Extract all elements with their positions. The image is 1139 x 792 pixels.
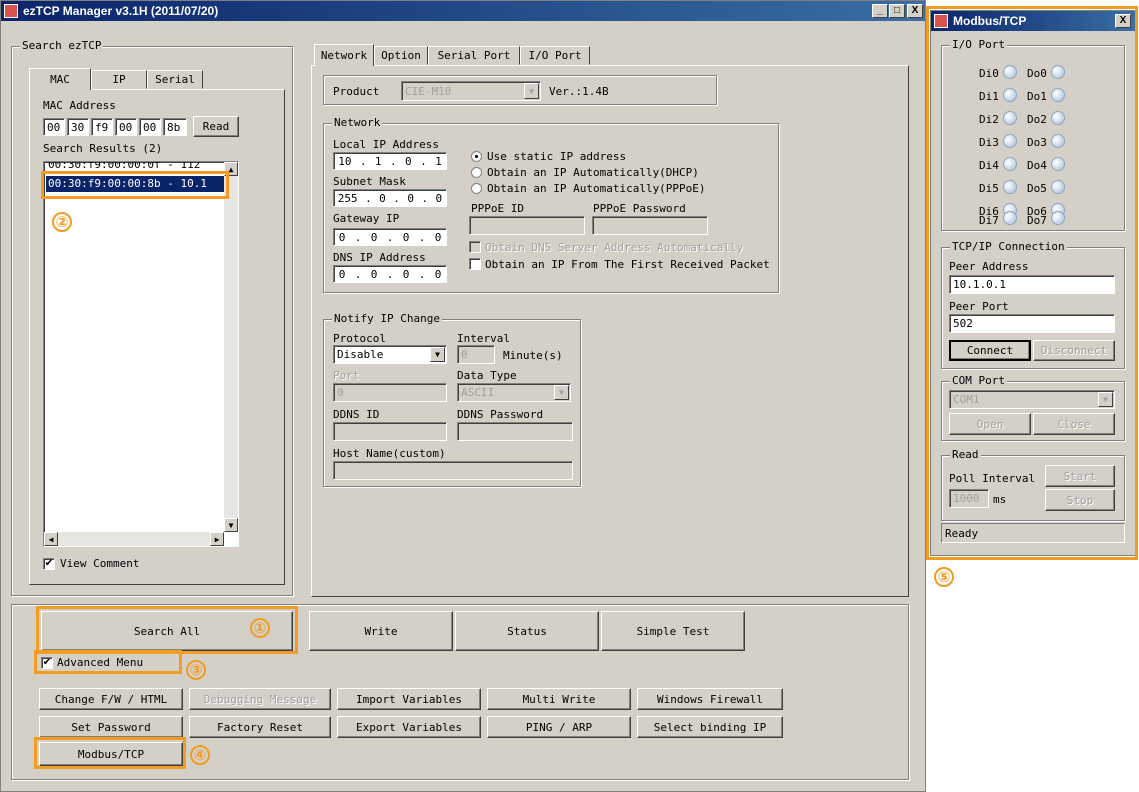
pppoe-label: Obtain an IP Automatically(PPPoE): [487, 182, 706, 195]
subnet-field[interactable]: 255. 0. 0. 0: [333, 189, 447, 207]
local-ip-label: Local IP Address: [333, 138, 439, 151]
callout-2: ②: [52, 212, 72, 232]
import-variables-button[interactable]: Import Variables: [337, 688, 481, 710]
dns-auto-checkbox[interactable]: [469, 241, 481, 253]
mac-octet-3[interactable]: f9: [91, 118, 113, 136]
tab-mac[interactable]: MAC: [29, 68, 91, 90]
callout-1: ①: [250, 618, 270, 638]
callout-3: ③: [186, 660, 206, 680]
select-binding-ip-button[interactable]: Select binding IP: [637, 716, 783, 738]
pppoe-id-label: PPPoE ID: [471, 202, 524, 215]
export-variables-button[interactable]: Export Variables: [337, 716, 481, 738]
port-label: Port: [333, 369, 360, 382]
chevron-down-icon[interactable]: ▼: [430, 347, 445, 362]
interval-unit: Minute(s): [503, 349, 563, 362]
mac-address-label: MAC Address: [43, 99, 116, 112]
first-packet-checkbox[interactable]: [469, 258, 481, 270]
main-titlebar: ezTCP Manager v3.1H (2011/07/20) _ □ X: [1, 1, 925, 21]
product-select[interactable]: CIE-M10 ▼: [401, 81, 541, 101]
tab-network[interactable]: Network: [314, 44, 374, 66]
ping-arp-button[interactable]: PING / ARP: [487, 716, 631, 738]
multi-write-button[interactable]: Multi Write: [487, 688, 631, 710]
scroll-right-icon[interactable]: ▶: [210, 532, 224, 546]
maximize-button[interactable]: □: [889, 4, 905, 18]
scroll-down-icon[interactable]: ▼: [224, 518, 238, 532]
dns-field[interactable]: 0.0.0.0: [333, 265, 447, 283]
callout-4: ④: [190, 745, 210, 765]
view-comment-checkbox[interactable]: ✔: [43, 558, 55, 570]
port-input[interactable]: 0: [333, 383, 447, 402]
scroll-left-icon[interactable]: ◀: [44, 532, 58, 546]
dhcp-label: Obtain an IP Automatically(DHCP): [487, 166, 699, 179]
ddns-password-input[interactable]: [457, 422, 573, 441]
horizontal-scrollbar[interactable]: ◀ ▶: [44, 532, 224, 546]
protocol-label: Protocol: [333, 332, 386, 345]
search-group-label: Search ezTCP: [20, 39, 104, 52]
chevron-down-icon[interactable]: ▼: [524, 83, 539, 99]
host-name-input[interactable]: [333, 461, 573, 480]
static-ip-radio[interactable]: [471, 151, 482, 162]
list-item[interactable]: 00:30:f9:00:00:0f - 112: [48, 162, 200, 170]
minimize-button[interactable]: _: [872, 4, 888, 18]
subnet-label: Subnet Mask: [333, 175, 406, 188]
ddns-password-label: DDNS Password: [457, 408, 544, 421]
pppoe-password-input[interactable]: [592, 216, 708, 235]
write-button[interactable]: Write: [309, 611, 453, 651]
network-group-label: Network: [332, 116, 383, 129]
tab-serial-port[interactable]: Serial Port: [428, 46, 520, 65]
callout-5: ⑤: [934, 567, 954, 587]
mac-octet-2[interactable]: 30: [67, 118, 89, 136]
ddns-id-input[interactable]: [333, 422, 447, 441]
first-packet-label: Obtain an IP From The First Received Pac…: [485, 258, 770, 271]
windows-firewall-button[interactable]: Windows Firewall: [637, 688, 783, 710]
read-button[interactable]: Read: [193, 116, 239, 137]
static-ip-label: Use static IP address: [487, 150, 627, 163]
mac-octet-6[interactable]: 8b: [163, 118, 187, 136]
interval-label: Interval: [457, 332, 510, 345]
gateway-label: Gateway IP: [333, 212, 400, 225]
data-type-select[interactable]: ASCII ▼: [457, 383, 571, 402]
close-button[interactable]: X: [907, 4, 923, 18]
app-icon: [4, 4, 18, 18]
mac-octet-5[interactable]: 00: [139, 118, 161, 136]
pppoe-password-label: PPPoE Password: [593, 202, 686, 215]
status-button[interactable]: Status: [455, 611, 599, 651]
interval-input[interactable]: 0: [457, 345, 495, 364]
simple-test-button[interactable]: Simple Test: [601, 611, 745, 651]
product-label: Product: [333, 85, 380, 98]
data-type-label: Data Type: [457, 369, 517, 382]
set-password-button[interactable]: Set Password: [39, 716, 183, 738]
factory-reset-button[interactable]: Factory Reset: [189, 716, 331, 738]
notify-group-label: Notify IP Change: [332, 312, 442, 325]
mac-octet-4[interactable]: 00: [115, 118, 137, 136]
gateway-field[interactable]: 0.0.0.0: [333, 228, 447, 246]
pppoe-id-input[interactable]: [469, 216, 585, 235]
host-name-label: Host Name(custom): [333, 447, 446, 460]
dhcp-radio[interactable]: [471, 167, 482, 178]
search-results-list[interactable]: 00:30:f9:00:00:0f - 112 00:30:f9:00:00:8…: [43, 161, 239, 547]
ddns-id-label: DDNS ID: [333, 408, 380, 421]
view-comment-label: View Comment: [60, 557, 140, 570]
tab-ip[interactable]: IP: [91, 70, 147, 89]
dns-label: DNS IP Address: [333, 251, 426, 264]
highlight-advanced-menu: [34, 650, 182, 674]
chevron-down-icon[interactable]: ▼: [554, 385, 569, 400]
local-ip-field[interactable]: 10. 1. 0. 1: [333, 152, 447, 170]
mac-octet-1[interactable]: 00: [43, 118, 65, 136]
tab-serial[interactable]: Serial: [147, 70, 203, 89]
vertical-scrollbar[interactable]: ▲ ▼: [224, 162, 238, 532]
tab-option[interactable]: Option: [374, 46, 428, 65]
search-results-label: Search Results (2): [43, 142, 163, 155]
dns-auto-label: Obtain DNS Server Address Automatically: [485, 241, 744, 254]
debugging-message-button[interactable]: Debugging Message: [189, 688, 331, 710]
highlight-selected-result: [41, 171, 229, 199]
tab-io-port[interactable]: I/O Port: [520, 46, 590, 65]
main-title: ezTCP Manager v3.1H (2011/07/20): [23, 4, 219, 18]
highlight-modbus-button: [34, 737, 186, 769]
version-label: Ver.:1.4B: [549, 85, 609, 98]
protocol-select[interactable]: Disable ▼: [333, 345, 447, 364]
highlight-modbus-window: [926, 6, 1138, 560]
pppoe-radio[interactable]: [471, 183, 482, 194]
change-fw-button[interactable]: Change F/W / HTML: [39, 688, 183, 710]
